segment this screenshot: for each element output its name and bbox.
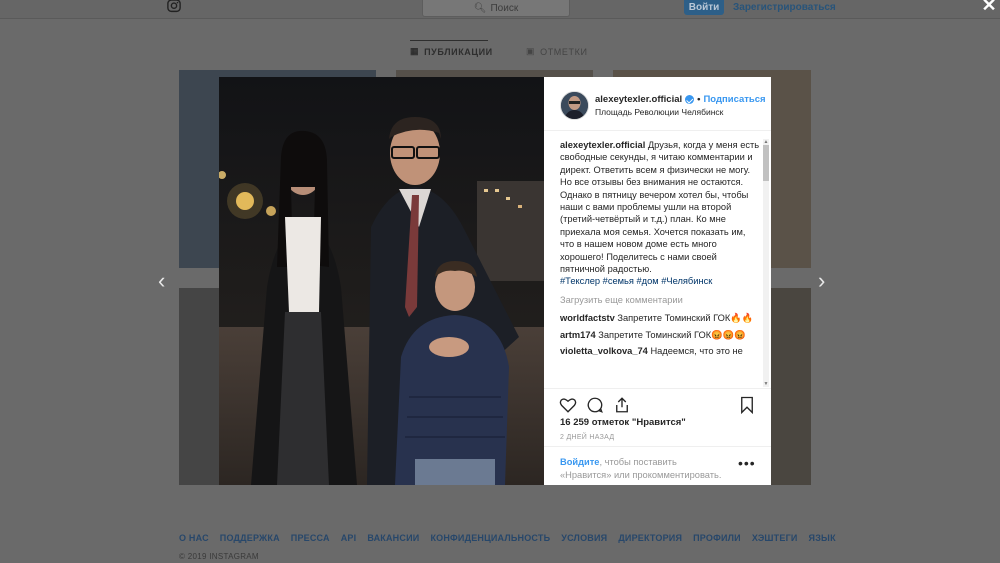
scroll-down-icon[interactable]: ▼ [763, 381, 769, 387]
post-timestamp[interactable]: 2 ДНЕЙ НАЗАД [560, 434, 614, 441]
search-icon: 🔍︎ [473, 2, 487, 14]
footer-link[interactable]: ДИРЕКТОРИЯ [618, 533, 682, 543]
comment-text: Надеемся, что это не [650, 346, 743, 357]
footer-link[interactable]: ПОДДЕРЖКА [220, 533, 280, 543]
previous-post-arrow-icon[interactable]: ‹ [158, 270, 165, 292]
close-icon[interactable]: ✕ [980, 0, 998, 14]
post-header: alexeytexler.official • Подписаться Площ… [544, 77, 771, 131]
login-button[interactable]: Войти [684, 0, 724, 15]
post-actions-bar [544, 388, 771, 417]
bookmark-icon[interactable] [738, 396, 756, 414]
comment-icon[interactable] [586, 396, 604, 414]
comment-item: violetta_volkova_74 Надеемся, что это не [560, 345, 760, 357]
search-input[interactable]: 🔍︎ Поиск [422, 0, 570, 17]
more-options-icon[interactable]: ••• [738, 456, 756, 470]
tab-tagged[interactable]: ▣ ОТМЕТКИ [526, 46, 588, 57]
comment-text: Запретите Томинский ГОК😡😡😡 [598, 329, 746, 340]
post-details-panel: alexeytexler.official • Подписаться Площ… [544, 77, 771, 485]
caption-text-second-paragraph: Однако в пятницу вечером хотел бы, чтобы… [560, 189, 749, 275]
comments-scrollbar[interactable]: ▲ ▼ [763, 139, 769, 387]
footer-link[interactable]: ХЭШТЕГИ [752, 533, 798, 543]
comment-author[interactable]: artm174 [560, 330, 596, 340]
footer-link[interactable]: ВАКАНСИИ [367, 533, 419, 543]
verified-badge-icon [685, 95, 695, 104]
footer-link[interactable]: ПРЕССА [291, 533, 330, 543]
footer-link[interactable]: ПРОФИЛИ [693, 533, 741, 543]
avatar[interactable] [560, 91, 589, 120]
search-placeholder: Поиск [490, 2, 519, 14]
next-post-arrow-icon[interactable]: › [818, 270, 825, 292]
follow-button[interactable]: Подписаться [703, 94, 765, 105]
likes-count[interactable]: 16 259 отметок "Нравится" [560, 417, 686, 428]
post-author: alexeytexler.official • Подписаться [595, 94, 766, 105]
username-link[interactable]: alexeytexler.official [595, 94, 682, 105]
register-link[interactable]: Зарегистрироваться [733, 0, 836, 15]
login-prompt-section: Войдите, чтобы поставить «Нравится» или … [544, 446, 771, 486]
tab-publications[interactable]: ▦ ПУБЛИКАЦИИ [410, 46, 493, 57]
top-navigation-bar: 🔍︎ Поиск Войти Зарегистрироваться [0, 0, 1000, 19]
comment-item: artm174 Запретите Томинский ГОК😡😡😡 [560, 329, 760, 341]
comments-list[interactable]: alexeytexler.official Друзья, когда у ме… [560, 139, 760, 387]
tab-publications-label: ПУБЛИКАЦИИ [424, 46, 493, 57]
comment-text: Запретите Томинский ГОК🔥🔥 [617, 313, 754, 324]
footer-links: О НАС ПОДДЕРЖКА ПРЕССА API ВАКАНСИИ КОНФ… [179, 533, 836, 543]
avatar-image [561, 92, 588, 119]
comment-item: worldfactstv Запретите Томинский ГОК🔥🔥 [560, 312, 760, 324]
instagram-logo-icon[interactable] [166, 0, 182, 14]
hashtags[interactable]: #Текслер #семья #дом #Челябинск [560, 276, 712, 286]
comment-author[interactable]: violetta_volkova_74 [560, 346, 648, 356]
share-icon[interactable] [613, 396, 631, 414]
family-photo-image [219, 77, 544, 485]
caption: alexeytexler.official Друзья, когда у ме… [560, 139, 760, 288]
login-prompt: Войдите, чтобы поставить «Нравится» или … [560, 456, 730, 481]
comment-author[interactable]: worldfactstv [560, 313, 615, 323]
tab-tagged-label: ОТМЕТКИ [540, 46, 588, 57]
active-tab-indicator [410, 40, 488, 41]
footer-copyright: © 2019 INSTAGRAM [179, 552, 259, 561]
heart-icon[interactable] [559, 396, 577, 414]
footer-link[interactable]: О НАС [179, 533, 209, 543]
grid-icon: ▦ [410, 46, 420, 56]
footer-link[interactable]: КОНФИДЕНЦИАЛЬНОСТЬ [430, 533, 550, 543]
scrollbar-thumb[interactable] [763, 145, 769, 181]
tag-icon: ▣ [526, 46, 536, 56]
caption-author[interactable]: alexeytexler.official [560, 140, 645, 150]
location-link[interactable]: Площадь Революции Челябинск [595, 107, 723, 117]
load-more-comments-button[interactable]: Загрузить еще комментарии [560, 294, 760, 306]
footer-link[interactable]: УСЛОВИЯ [561, 533, 607, 543]
login-link[interactable]: Войдите [560, 457, 599, 467]
footer-link[interactable]: API [341, 533, 357, 543]
post-photo[interactable] [219, 77, 544, 485]
footer-link[interactable]: ЯЗЫК [809, 533, 836, 543]
separator-dot: • [697, 94, 701, 105]
